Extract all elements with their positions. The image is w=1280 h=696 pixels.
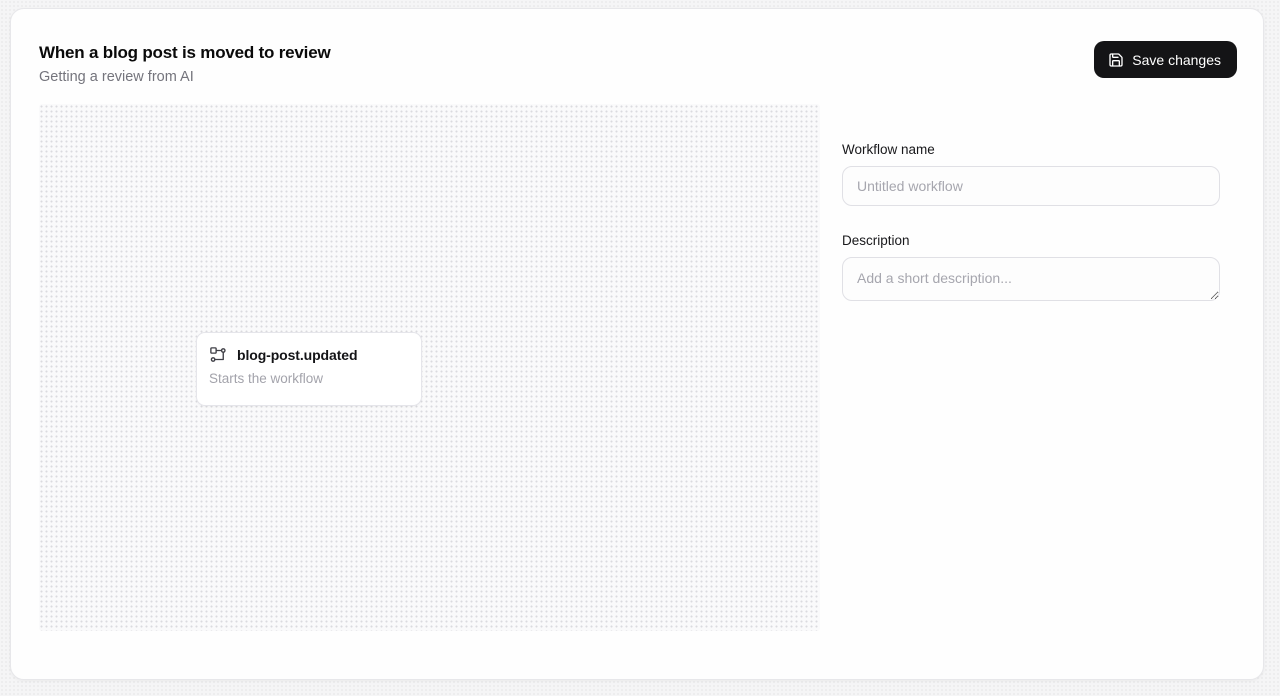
workflow-name-label: Workflow name bbox=[842, 142, 1220, 157]
workflow-trigger-icon bbox=[209, 346, 227, 364]
trigger-node-subtitle: Starts the workflow bbox=[209, 371, 409, 386]
save-button-label: Save changes bbox=[1132, 52, 1221, 68]
header-titles: When a blog post is moved to review Gett… bbox=[39, 41, 331, 86]
settings-panel: Workflow name Description bbox=[842, 142, 1220, 301]
workflow-name-input[interactable] bbox=[842, 166, 1220, 206]
page-title: When a blog post is moved to review bbox=[39, 43, 331, 63]
trigger-node[interactable]: blog-post.updated Starts the workflow bbox=[196, 332, 422, 406]
save-icon bbox=[1108, 52, 1124, 68]
header: When a blog post is moved to review Gett… bbox=[39, 41, 1237, 86]
workflow-editor-card: When a blog post is moved to review Gett… bbox=[10, 8, 1264, 680]
save-changes-button[interactable]: Save changes bbox=[1094, 41, 1237, 78]
page-subtitle: Getting a review from AI bbox=[39, 69, 331, 86]
description-label: Description bbox=[842, 233, 1220, 248]
description-textarea[interactable] bbox=[842, 257, 1220, 301]
trigger-node-title: blog-post.updated bbox=[237, 347, 357, 363]
workflow-canvas[interactable]: blog-post.updated Starts the workflow bbox=[39, 104, 820, 631]
trigger-node-header: blog-post.updated bbox=[209, 346, 409, 364]
